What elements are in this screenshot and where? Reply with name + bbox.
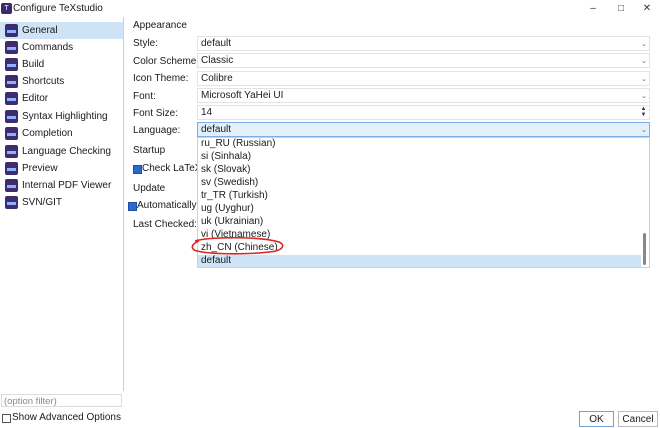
font-label: Font: xyxy=(133,91,156,102)
cancel-button[interactable]: Cancel xyxy=(618,411,658,427)
sidebar-item-syntax-highlighting[interactable]: Syntax Highlighting xyxy=(0,108,123,125)
language-option[interactable]: uk (Ukrainian) xyxy=(201,216,263,227)
sidebar-item-completion[interactable]: Completion xyxy=(0,125,123,142)
pdf-viewer-icon xyxy=(5,179,18,192)
general-icon xyxy=(5,24,18,37)
sidebar-item-svn-git[interactable]: SVN/GIT xyxy=(0,194,123,211)
sidebar-item-editor[interactable]: Editor xyxy=(0,90,123,107)
annotation-ellipse xyxy=(191,237,284,255)
selected-option-highlight xyxy=(198,255,641,267)
appearance-heading: Appearance xyxy=(133,20,187,31)
completion-icon xyxy=(5,127,18,140)
sidebar-item-label: Completion xyxy=(22,128,73,139)
auto-update-checkbox[interactable] xyxy=(128,202,137,211)
icon-theme-value: Colibre xyxy=(201,73,233,84)
ok-button[interactable]: OK xyxy=(579,411,614,427)
language-option[interactable]: si (Sinhala) xyxy=(201,151,251,162)
language-option[interactable]: sv (Swedish) xyxy=(201,177,258,188)
sidebar-item-preview[interactable]: Preview xyxy=(0,160,123,177)
sidebar-item-label: General xyxy=(22,25,58,36)
sidebar-item-label: Language Checking xyxy=(22,146,111,157)
shortcuts-icon xyxy=(5,75,18,88)
sidebar-item-label: Commands xyxy=(22,42,74,53)
startup-heading: Startup xyxy=(133,145,166,156)
style-value: default xyxy=(201,38,232,49)
language-option[interactable]: ug (Uyghur) xyxy=(201,203,254,214)
show-advanced-label: Show Advanced Options xyxy=(12,412,121,423)
sidebar-item-label: Preview xyxy=(22,163,58,174)
chevron-down-icon: ⌄ xyxy=(641,76,647,83)
font-size-spinbox[interactable]: 14 ▲ ▼ xyxy=(197,105,650,120)
update-heading: Update xyxy=(133,183,166,194)
chevron-down-icon: ⌄ xyxy=(641,41,647,48)
sidebar-item-general[interactable]: General xyxy=(0,22,123,39)
sidebar-item-language-checking[interactable]: Language Checking xyxy=(0,143,123,160)
sidebar-item-build[interactable]: Build xyxy=(0,56,123,73)
style-select[interactable]: default ⌄ xyxy=(197,36,650,51)
window-title: Configure TeXstudio xyxy=(13,3,103,14)
sidebar-item-internal-pdf-viewer[interactable]: Internal PDF Viewer xyxy=(0,177,123,194)
last-checked-label: Last Checked: xyxy=(133,219,197,230)
sidebar-item-label: Editor xyxy=(22,93,49,104)
color-scheme-label: Color Scheme: xyxy=(133,56,200,67)
minimize-button[interactable]: – xyxy=(580,1,606,16)
color-scheme-value: Classic xyxy=(201,55,234,66)
sidebar-item-label: SVN/GIT xyxy=(22,197,63,208)
commands-icon xyxy=(5,41,18,54)
language-option-default[interactable]: default xyxy=(201,255,231,266)
dropdown-scrollbar[interactable] xyxy=(643,233,646,265)
sidebar-item-shortcuts[interactable]: Shortcuts xyxy=(0,73,123,90)
auto-update-label: Automatically xyxy=(137,200,197,211)
font-select[interactable]: Microsoft YaHei UI ⌄ xyxy=(197,88,650,103)
language-value: default xyxy=(201,124,232,135)
language-option[interactable]: sk (Slovak) xyxy=(201,164,250,175)
font-size-label: Font Size: xyxy=(133,108,179,119)
option-filter-input[interactable]: (option filter) xyxy=(1,394,122,407)
check-latex-checkbox[interactable] xyxy=(133,165,142,174)
syntax-highlighting-icon xyxy=(5,110,18,123)
sidebar-item-commands[interactable]: Commands xyxy=(0,39,123,56)
sidebar-item-label: Internal PDF Viewer xyxy=(22,180,112,191)
chevron-down-icon: ⌄ xyxy=(641,127,647,134)
font-size-value: 14 xyxy=(201,107,213,118)
language-option[interactable]: ru_RU (Russian) xyxy=(201,138,275,149)
language-select[interactable]: default ⌄ xyxy=(197,122,650,137)
language-checking-icon xyxy=(5,145,18,158)
icon-theme-select[interactable]: Colibre ⌄ xyxy=(197,71,650,86)
sidebar-item-label: Shortcuts xyxy=(22,76,65,87)
build-icon xyxy=(5,58,18,71)
color-scheme-select[interactable]: Classic ⌄ xyxy=(197,53,650,68)
font-value: Microsoft YaHei UI xyxy=(201,90,284,101)
sidebar-item-label: Build xyxy=(22,59,45,70)
svn-git-icon xyxy=(5,196,18,209)
sidebar-item-label: Syntax Highlighting xyxy=(22,111,108,122)
language-label: Language: xyxy=(133,125,181,136)
preview-icon xyxy=(5,162,18,175)
style-label: Style: xyxy=(133,38,159,49)
chevron-down-icon: ⌄ xyxy=(641,93,647,100)
spin-arrows-icon[interactable]: ▲ ▼ xyxy=(639,106,648,119)
check-latex-label: Check LaTeX xyxy=(142,163,202,174)
maximize-button[interactable]: □ xyxy=(608,1,634,16)
icon-theme-label: Icon Theme: xyxy=(133,73,189,84)
chevron-down-icon: ⌄ xyxy=(641,58,647,65)
settings-sidebar: General Commands Build Shortcuts Editor … xyxy=(0,17,124,391)
checkbox-box[interactable] xyxy=(2,414,11,423)
texstudio-icon: T xyxy=(1,3,12,14)
language-option[interactable]: tr_TR (Turkish) xyxy=(201,190,268,201)
title-bar: T Configure TeXstudio – □ ✕ xyxy=(0,0,660,17)
close-button[interactable]: ✕ xyxy=(634,1,660,16)
editor-icon xyxy=(5,92,18,105)
